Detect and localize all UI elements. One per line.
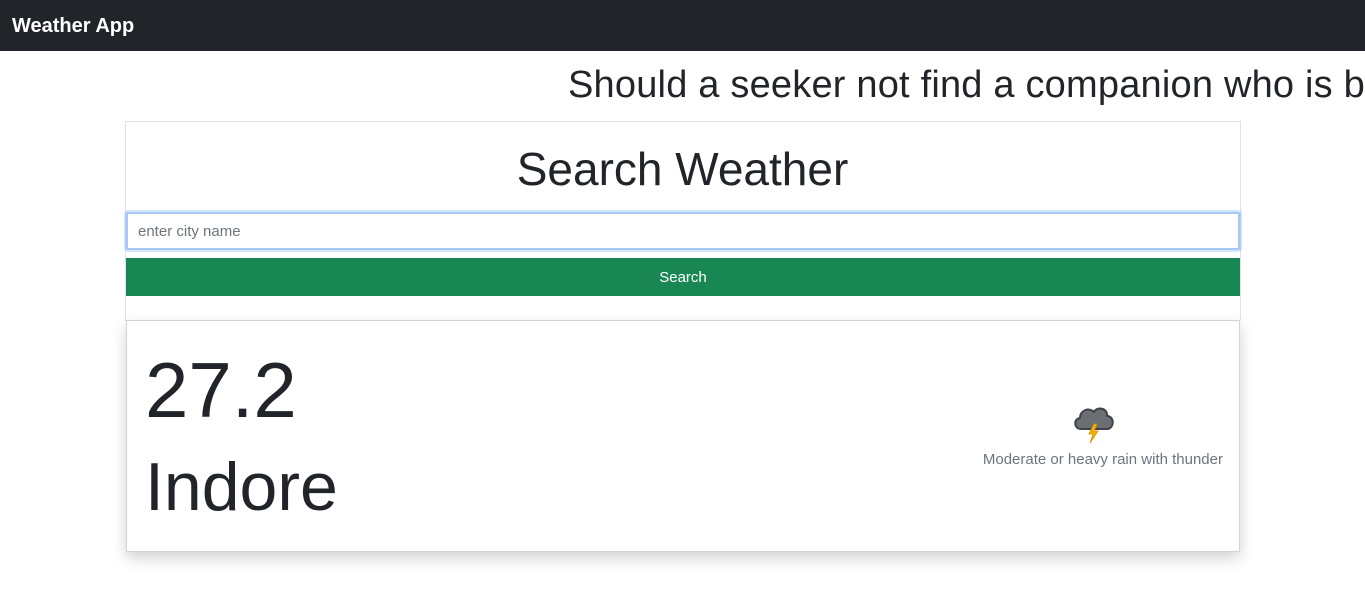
temperature-value: 27.2 xyxy=(145,346,297,434)
thunder-cloud-icon xyxy=(1074,407,1114,444)
weather-result-card: 27.2 Indore Moderate or heavy rain with … xyxy=(126,320,1240,552)
marquee-text: Should a seeker not find a companion who… xyxy=(568,64,1365,106)
navbar-brand[interactable]: Weather App xyxy=(12,14,134,38)
top-navbar: Weather App xyxy=(0,0,1365,51)
condition-text: Moderate or heavy rain with thunder xyxy=(982,451,1223,468)
search-title: Search Weather xyxy=(516,143,849,195)
quote-marquee: Should a seeker not find a companion who… xyxy=(0,62,1365,110)
search-button[interactable]: Search xyxy=(126,258,1240,296)
city-search-input[interactable] xyxy=(126,212,1240,250)
city-name: Indore xyxy=(145,449,338,525)
